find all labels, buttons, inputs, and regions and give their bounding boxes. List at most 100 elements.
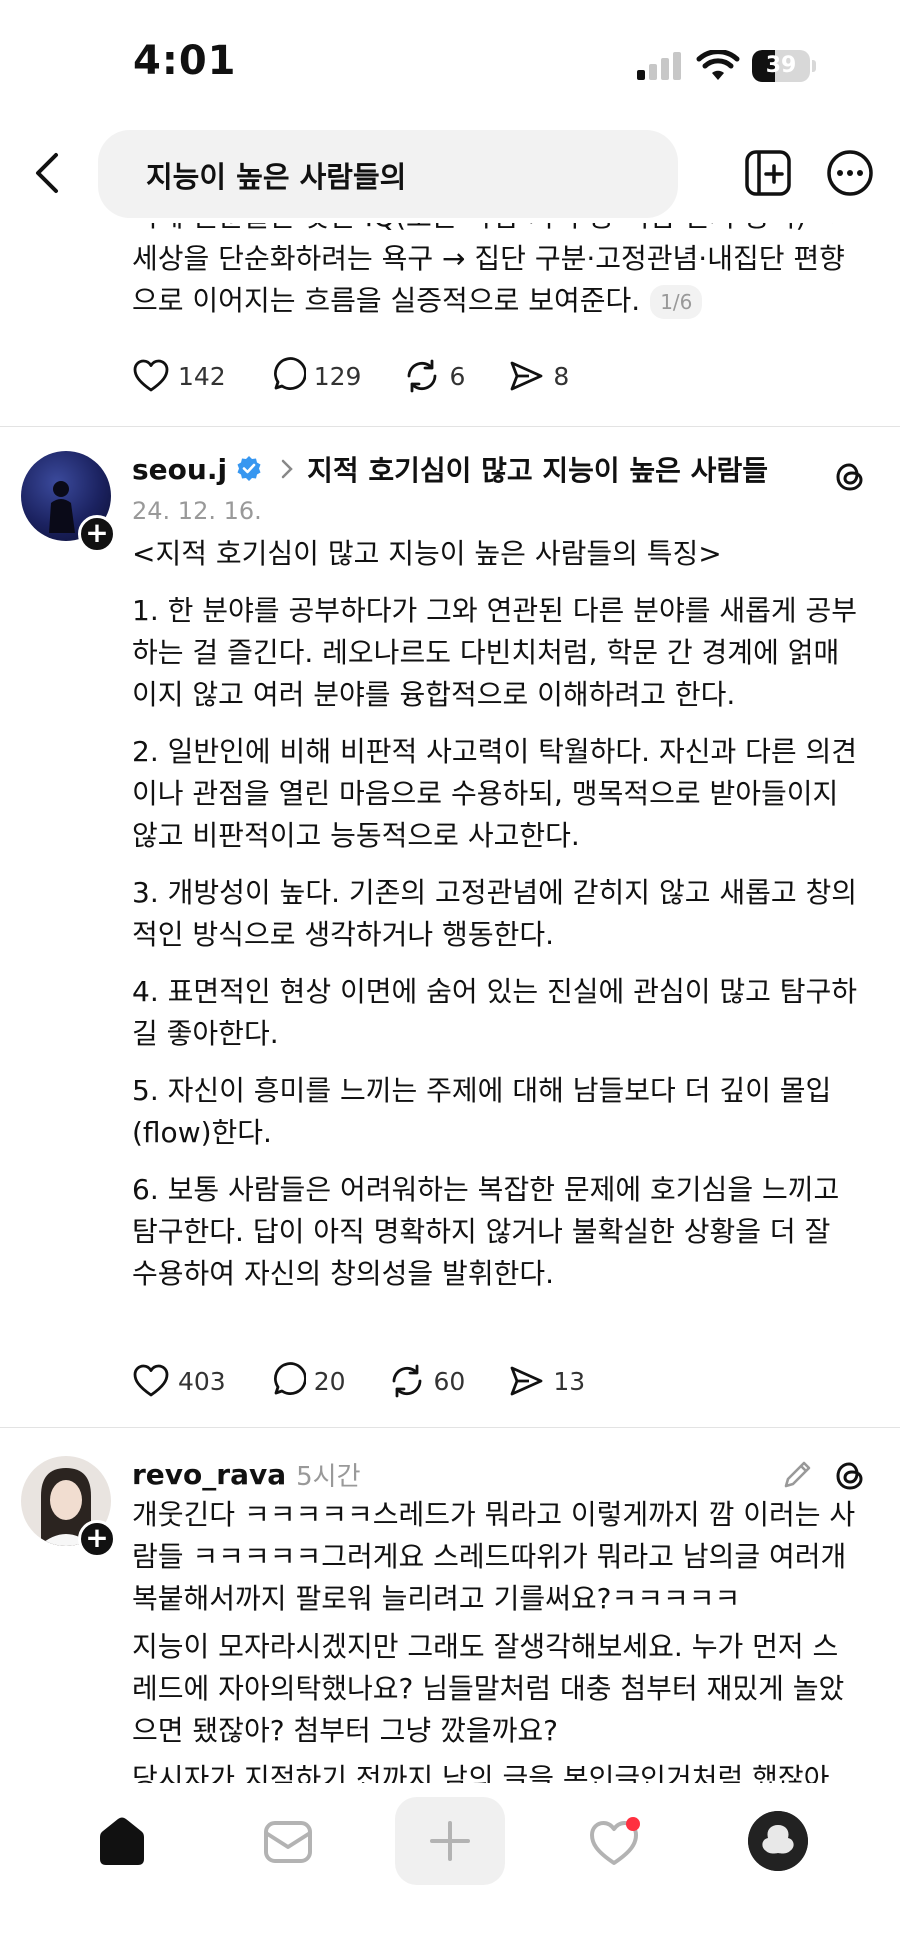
chevron-left-icon[interactable] [28,143,68,203]
comment-icon [273,1362,306,1395]
post-line: 2. 일반인에 비해 비판적 사고력이 탁월하다. 자신과 다른 의견 [132,735,858,768]
post-line: 1. 한 분야를 공부하다가 그와 연관된 다른 분야를 새롭게 공부 [132,594,858,627]
profile-avatar [748,1811,808,1871]
paragraph: 3. 개방성이 높다. 기존의 고정관념에 갇히지 않고 새롭고 창의 적인 방… [132,872,892,956]
status-bar: 4:01 39 [0,0,900,125]
heart-icon [133,1364,169,1397]
pencil-icon[interactable] [780,1456,816,1492]
like-button[interactable]: 142 [132,357,226,395]
post-line: 4. 표면적인 현상 이면에 숨어 있는 진실에 관심이 많고 탐구하 [132,975,858,1008]
create-post-button[interactable] [395,1797,505,1885]
send-icon [510,1366,543,1396]
post-actions: 142 129 6 8 [132,357,611,395]
feed[interactable]: 이데 권준들은 낮은 IQ(도는 작업-기억 등 핵심 인지 능력) → 세상을… [0,223,900,1783]
share-count: 13 [553,1366,586,1396]
paragraph: 2. 일반인에 비해 비판적 사고력이 탁월하다. 자신과 다른 의견 이나 관… [132,731,892,857]
post-line: 지능이 모자라시겠지만 그래도 잘생각해보세요. 누가 먼저 스 [132,1630,839,1663]
repost-icon [408,359,437,393]
like-button[interactable]: 403 [132,1362,226,1400]
activity-tab[interactable] [584,1811,644,1871]
share-count: 8 [553,361,570,391]
post-header: revo_rava 5시간 [132,1456,361,1493]
threads-logo-icon[interactable] [832,1458,868,1494]
paragraph: 6. 보통 사람들은 어려워하는 복잡한 문제에 호기심을 느끼고 탐구한다. … [132,1169,892,1295]
post-line: 레드에 자아의탁했나요? 님들말처럼 대충 첨부터 재밌게 놀았 [132,1672,845,1705]
post-line: 개웃긴다 ㅋㅋㅋㅋㅋ스레드가 뭐라고 이렇게까지 깜 이러는 사 [132,1498,856,1531]
threads-logo-icon[interactable] [832,459,868,495]
post-line: 탐구한다. 답이 아직 명확하지 않거나 불확실한 상황을 더 잘 [132,1215,831,1248]
verified-badge-icon [237,456,261,481]
post-line: 이나 관점을 열린 마음으로 수용하되, 맹목적으로 받아들이지 [132,777,839,810]
post-date: 24. 12. 16. [132,497,262,525]
heart-icon [133,359,169,392]
post-line: 5. 자신이 흥미를 느끼는 주제에 대해 남들보다 더 깊이 몰입 [132,1074,832,1107]
post-header: seou.j 지적 호기심이 많고 지능이 높은 사람들 [132,449,768,489]
new-post-icon[interactable] [744,149,792,197]
repost-button[interactable]: 6 [403,357,465,395]
post-line: 6. 보통 사람들은 어려워하는 복잡한 문제에 호기심을 느끼고 [132,1173,840,1206]
post-line: 3. 개방성이 높다. 기존의 고정관념에 갇히지 않고 새롭고 창의 [132,876,858,909]
profile-icon[interactable] [748,1811,808,1871]
battery-icon: 39 [752,50,816,82]
paragraph: 5. 자신이 흥미를 느끼는 주제에 대해 남들보다 더 깊이 몰입 (flow… [132,1070,892,1154]
home-icon[interactable] [92,1811,152,1871]
repost-count: 60 [433,1366,466,1396]
more-icon[interactable] [826,149,874,197]
paragraph: 당시자가 지적하기 전까지 남의 글을 본인글인거처럼 했잖아 [132,1758,892,1783]
post-line: 하는 걸 즐긴다. 레오나르도 다빈치처럼, 학문 간 경계에 얽매 [132,636,840,669]
battery-level: 39 [765,53,797,78]
post-previous: 이데 권준들은 낮은 IQ(도는 작업-기억 등 핵심 인지 능력) → 세상을… [0,223,900,426]
inbox-icon[interactable] [258,1811,318,1871]
comment-button[interactable]: 20 [268,1362,346,1400]
repost-icon [392,1364,421,1398]
carousel-counter: 1/6 [650,285,703,319]
wifi-icon [696,50,740,80]
comment-button[interactable]: 129 [268,357,362,395]
search-query: 지능이 높은 사람들의 [146,160,407,194]
post-line: 으면 됐잖아? 첨부터 그냥 깠을까요? [132,1714,558,1747]
paragraph: <지적 호기심이 많고 지능이 높은 사람들의 특징> [132,533,892,575]
post-line: 당시자가 지적하기 전까지 남의 글을 본인글인거처럼 했잖아 [132,1762,830,1783]
search-field[interactable]: 지능이 높은 사람들의 [98,130,678,218]
post-line: 복붙해서까지 팔로워 늘리려고 기를써요?ㅋㅋㅋㅋㅋ [132,1582,741,1615]
post-seou[interactable]: + seou.j 지적 호기심이 많고 지능이 높은 사람들 24. 12. 1… [0,427,900,1425]
post-line: 길 좋아한다. [132,1017,279,1050]
post-line: 이지 않고 여러 분야를 융합적으로 이해하려고 한다. [132,678,736,711]
post-line: (flow)한다. [132,1116,272,1149]
status-time: 4:01 [133,38,237,84]
send-icon [510,361,543,391]
top-bar: 지능이 높은 사람들의 [0,125,900,223]
post-line-text: 으로 이어지는 흐름을 실증적으로 보여준다. [132,284,641,317]
post-actions: 403 20 60 13 [132,1362,627,1400]
plus-icon [430,1821,470,1861]
comment-count: 129 [313,361,362,391]
cellular-signal-icon [637,52,683,80]
post-line: 적인 방식으로 생각하거나 행동한다. [132,918,555,951]
post-line: 으로 이어지는 흐름을 실증적으로 보여준다. 1/6 [132,280,882,322]
paragraph: 개웃긴다 ㅋㅋㅋㅋㅋ스레드가 뭐라고 이렇게까지 깜 이러는 사 람들 ㅋㅋㅋㅋ… [132,1494,892,1620]
post-line: 수용하여 자신의 창의성을 발휘한다. [132,1257,555,1290]
comment-icon [273,357,306,390]
post-line: 않고 비판적이고 능동적으로 사고한다. [132,819,580,852]
like-count: 142 [178,361,226,391]
paragraph: 1. 한 분야를 공부하다가 그와 연관된 다른 분야를 새롭게 공부 하는 걸… [132,590,892,716]
username[interactable]: seou.j [132,453,227,486]
like-count: 403 [178,1366,226,1396]
notification-dot [626,1817,640,1831]
post-time: 5시간 [296,1462,361,1492]
paragraph: 4. 표면적인 현상 이면에 숨어 있는 진실에 관심이 많고 탐구하 길 좋아… [132,971,892,1055]
share-button[interactable]: 13 [507,1362,585,1400]
post-line: 이데 권준들은 낮은 IQ(도는 작업-기억 등 핵심 인지 능력) → [132,223,882,238]
follow-badge[interactable]: + [78,1520,116,1558]
follow-badge[interactable]: + [78,515,116,553]
share-button[interactable]: 8 [507,357,569,395]
repost-button[interactable]: 60 [388,1362,466,1400]
topic-tag[interactable]: 지적 호기심이 많고 지능이 높은 사람들 [307,449,768,489]
comment-count: 20 [313,1366,346,1396]
chevron-right-icon [281,459,293,479]
post-revo[interactable]: + revo_rava 5시간 개웃긴다 ㅋㅋㅋㅋㅋ스레드가 뭐라고 이렇게까지… [0,1428,900,1783]
bottom-nav [0,1783,900,1956]
post-body: <지적 호기심이 많고 지능이 높은 사람들의 특징> 1. 한 분야를 공부하… [132,533,892,1310]
repost-count: 6 [449,361,466,391]
username[interactable]: revo_rava [132,1458,286,1491]
